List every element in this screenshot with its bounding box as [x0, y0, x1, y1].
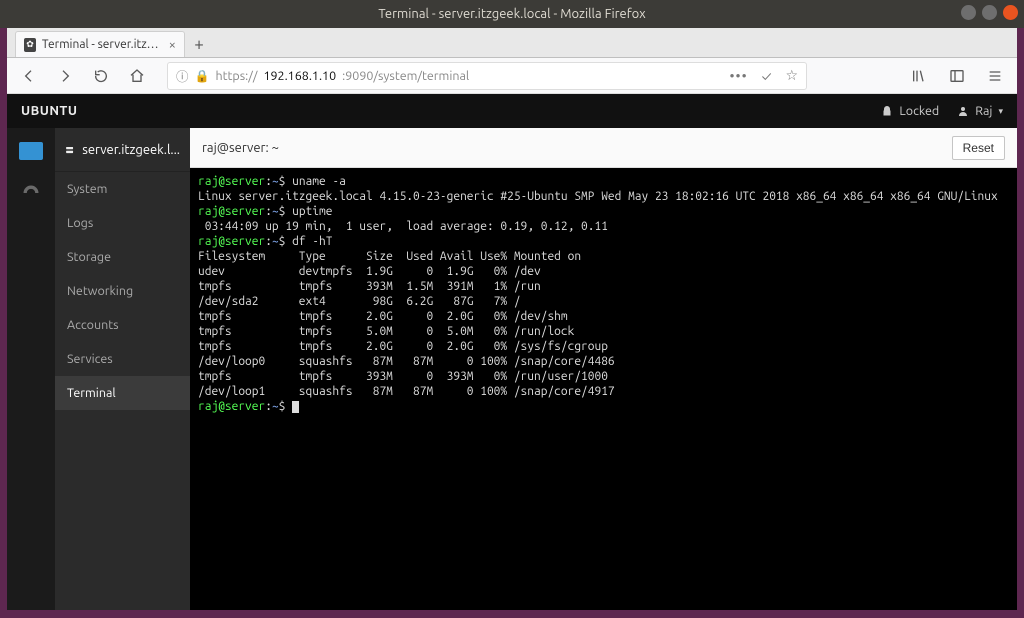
window-controls — [961, 5, 1018, 20]
sidebar-item-storage[interactable]: Storage — [55, 240, 190, 274]
sidebar-item-accounts[interactable]: Accounts — [55, 308, 190, 342]
sidebar-item-logs[interactable]: Logs — [55, 206, 190, 240]
site-info-icon[interactable]: ⓘ — [176, 66, 189, 85]
library-icon[interactable] — [905, 62, 933, 90]
sidebar-item-label: Logs — [67, 216, 93, 230]
cockpit-brand: UBUNTU — [21, 104, 77, 118]
pocket-icon[interactable]: ✓ — [762, 68, 772, 84]
terminal-output[interactable]: raj@server:~$ uname -a Linux server.itzg… — [190, 168, 1017, 610]
cockpit-sidebar: server.itzgeek.l... System Logs Storage … — [55, 128, 190, 610]
cockpit-header: UBUNTU Locked Raj ▾ — [7, 94, 1017, 128]
sidebar-host[interactable]: server.itzgeek.l... — [55, 128, 190, 172]
sidebar-item-label: Services — [67, 352, 113, 366]
window-titlebar: Terminal - server.itzgeek.local - Mozill… — [0, 0, 1024, 28]
nav-home-button[interactable] — [123, 62, 151, 90]
cockpit-content: raj@server: ~ Reset raj@server:~$ uname … — [190, 128, 1017, 610]
tab-favicon-icon: ✿ — [24, 38, 36, 52]
terminal-title: raj@server: ~ — [202, 141, 279, 155]
cockpit-iconcolumn — [7, 128, 55, 610]
window-close-button[interactable] — [1003, 5, 1018, 20]
menu-button[interactable] — [981, 62, 1009, 90]
bookmark-star-icon[interactable]: ☆ — [785, 67, 798, 84]
user-label: Raj — [975, 104, 992, 118]
sidebar-item-networking[interactable]: Networking — [55, 274, 190, 308]
sidebar-item-services[interactable]: Services — [55, 342, 190, 376]
cockpit-main: server.itzgeek.l... System Logs Storage … — [7, 128, 1017, 610]
url-host: 192.168.1.10 — [263, 69, 336, 83]
window-maximize-button[interactable] — [982, 5, 997, 20]
nav-reload-button[interactable] — [87, 62, 115, 90]
sidebar-item-label: System — [67, 182, 107, 196]
sidebar-item-label: Accounts — [67, 318, 119, 332]
url-scheme: https:// — [215, 69, 257, 83]
url-path: :9090/system/terminal — [342, 69, 469, 83]
tab-close-button[interactable]: × — [169, 38, 176, 52]
terminal-header: raj@server: ~ Reset — [190, 128, 1017, 168]
sidebar-item-label: Storage — [67, 250, 111, 264]
nav-back-button[interactable] — [15, 62, 43, 90]
sidebar-item-system[interactable]: System — [55, 172, 190, 206]
sidebar-item-terminal[interactable]: Terminal — [55, 376, 190, 410]
locked-indicator[interactable]: Locked — [881, 104, 939, 118]
window-title: Terminal - server.itzgeek.local - Mozill… — [378, 7, 645, 21]
nav-forward-button[interactable] — [51, 62, 79, 90]
terminal-reset-button[interactable]: Reset — [952, 136, 1005, 160]
tab-title: Terminal - server.itzgeek.l — [42, 38, 159, 51]
browser-tabstrip: ✿ Terminal - server.itzgeek.l × + — [7, 28, 1017, 58]
sidebar-host-label: server.itzgeek.l... — [82, 143, 180, 157]
server-icon[interactable] — [19, 142, 43, 160]
lock-icon: 🔒 — [195, 69, 210, 83]
browser-navbar: ⓘ 🔒 https:// 192.168.1.10 :9090/system/ter… — [7, 58, 1017, 94]
locked-label: Locked — [899, 104, 939, 118]
sidebar-icon[interactable] — [943, 62, 971, 90]
new-tab-button[interactable]: + — [185, 31, 213, 57]
sidebar-item-label: Terminal — [67, 386, 116, 400]
window-minimize-button[interactable] — [961, 5, 976, 20]
browser-tab-active[interactable]: ✿ Terminal - server.itzgeek.l × — [15, 31, 185, 57]
url-bar[interactable]: ⓘ 🔒 https:// 192.168.1.10 :9090/system/ter… — [167, 62, 807, 90]
dashboard-icon[interactable] — [19, 184, 43, 202]
page-actions-button[interactable]: ••• — [729, 68, 747, 84]
lock-icon — [881, 105, 893, 117]
chevron-down-icon: ▾ — [998, 106, 1003, 117]
host-icon — [65, 143, 74, 157]
user-menu[interactable]: Raj ▾ — [957, 104, 1003, 118]
sidebar-item-label: Networking — [67, 284, 133, 298]
user-icon — [957, 105, 969, 117]
